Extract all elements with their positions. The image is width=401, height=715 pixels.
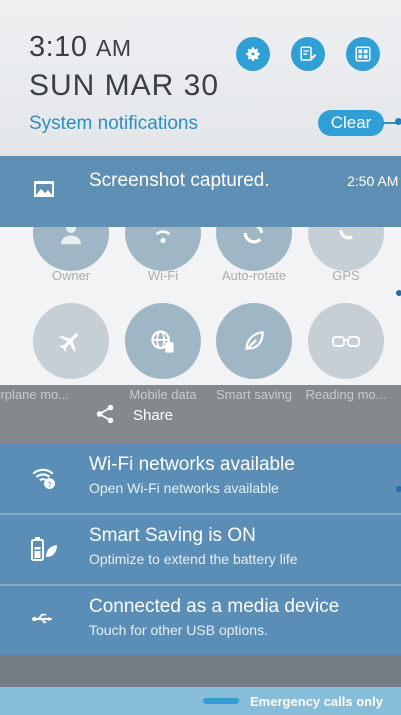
tile-label-mobile-data: Mobile data	[129, 387, 197, 402]
clock-hours: 3:10	[29, 31, 88, 63]
notification-subtitle: Touch for other USB options.	[89, 622, 268, 638]
clock-time: 3:10 AM	[29, 31, 132, 64]
wifi-question-icon: ?	[32, 468, 55, 489]
scroll-indicator-dot	[396, 290, 401, 296]
panel-bottom-band	[0, 655, 401, 687]
airplane-icon	[59, 333, 78, 352]
leaf-icon	[245, 331, 264, 351]
battery-leaf-icon	[31, 537, 57, 561]
tile-owner[interactable]	[33, 227, 109, 271]
scroll-indicator-dot	[396, 486, 401, 492]
clock-date: SUN MAR 30	[29, 69, 220, 102]
share-icon	[96, 404, 114, 424]
glasses-icon	[332, 336, 360, 347]
tile-label-reading-mode: Reading mo...	[305, 387, 387, 402]
tile-label-wifi: Wi-Fi	[147, 268, 179, 283]
tile-label-smart-saving: Smart saving	[216, 387, 292, 402]
tile-airplane-mode[interactable]	[33, 303, 109, 379]
tile-smart-saving[interactable]	[216, 303, 292, 379]
tile-wifi[interactable]	[125, 227, 201, 271]
notification-title: Wi-Fi networks available	[89, 454, 295, 475]
notification-subtitle: Optimize to extend the battery life	[89, 551, 298, 567]
drag-handle[interactable]	[203, 698, 239, 704]
screenshot-notification[interactable]: Screenshot captured. 2:50 AM	[0, 156, 401, 227]
quick-memo-button[interactable]	[291, 37, 325, 71]
notification-wifi[interactable]: ? Wi-Fi networks available Open Wi-Fi ne…	[0, 444, 401, 513]
clock-ampm: AM	[96, 35, 132, 61]
tile-reading-mode[interactable]	[308, 303, 384, 379]
gear-icon	[246, 47, 260, 62]
apps-manager-button[interactable]	[346, 37, 380, 71]
bottom-status-bar: Emergency calls only	[0, 687, 401, 715]
system-notifications-label: System notifications	[29, 113, 198, 134]
notification-title: Screenshot captured.	[89, 170, 270, 191]
tile-label-gps: GPS	[332, 268, 360, 283]
wifi-icon	[155, 230, 171, 243]
globe-sim-icon	[151, 330, 174, 353]
contact-grid-icon	[355, 46, 371, 62]
usb-icon	[32, 613, 52, 624]
emergency-calls-label: Emergency calls only	[250, 694, 383, 709]
tile-label-owner: Owner	[51, 268, 91, 283]
tile-label-airplane-mode: Airplane mo...	[0, 387, 70, 402]
image-icon	[34, 181, 54, 197]
notification-subtitle: Open Wi-Fi networks available	[89, 480, 279, 496]
share-bar[interactable]: Airplane mo... Mobile data Smart saving …	[0, 385, 401, 444]
person-icon	[61, 227, 81, 245]
notification-time: 2:50 AM	[347, 173, 399, 189]
note-edit-icon	[300, 46, 317, 61]
notification-title: Connected as a media device	[89, 596, 340, 617]
notification-header: 3:10 AM SUN MAR 30 System notifications …	[0, 0, 401, 156]
notification-smart-saving[interactable]: Smart Saving is ON Optimize to extend th…	[0, 515, 401, 584]
clear-pointer-dot	[395, 118, 401, 125]
tile-label-auto-rotate: Auto-rotate	[221, 268, 287, 283]
share-label: Share	[133, 407, 174, 424]
tile-auto-rotate[interactable]	[216, 227, 292, 271]
svg-text:?: ?	[47, 480, 51, 489]
rotate-icon	[243, 227, 264, 244]
tile-gps[interactable]	[308, 227, 384, 271]
settings-button[interactable]	[236, 37, 270, 71]
clear-button[interactable]: Clear	[318, 110, 384, 136]
notification-title: Smart Saving is ON	[89, 525, 256, 546]
location-icon	[339, 230, 354, 240]
notification-usb[interactable]: Connected as a media device Touch for ot…	[0, 586, 401, 655]
tile-mobile-data[interactable]	[125, 303, 201, 379]
